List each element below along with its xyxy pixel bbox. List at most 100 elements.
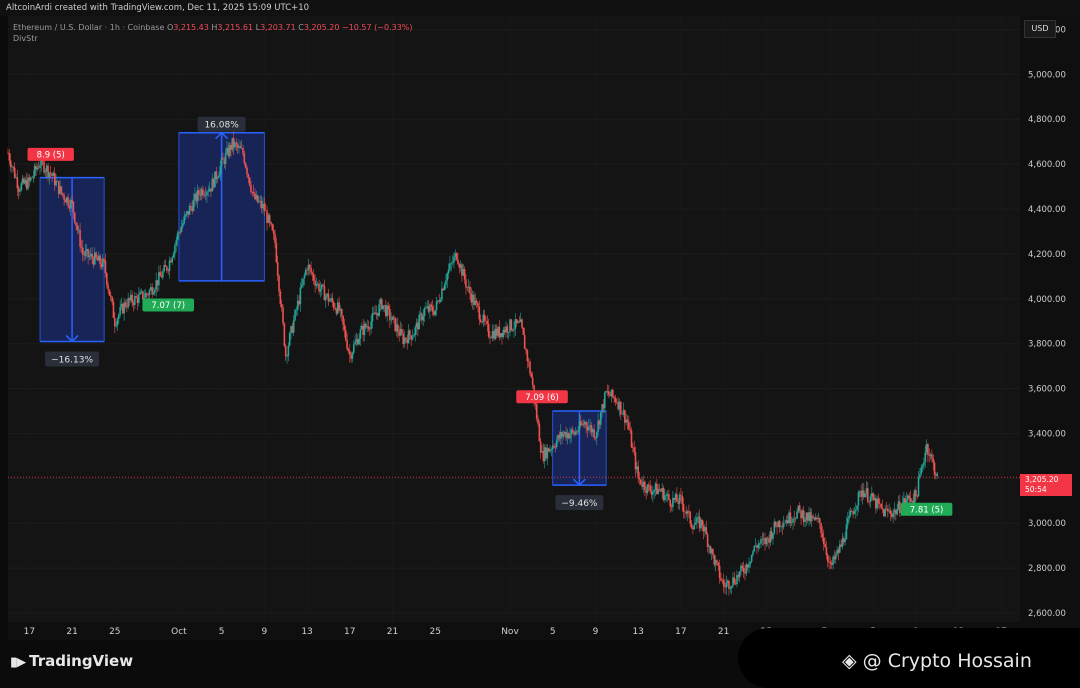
candle-body — [80, 246, 83, 248]
candle-body — [184, 214, 187, 217]
candle-body — [175, 240, 178, 246]
candle-body — [180, 226, 183, 232]
candle-body — [693, 524, 696, 530]
candle-body — [821, 533, 824, 538]
candle-body — [757, 544, 760, 548]
candle-body — [84, 251, 87, 256]
candle-body — [16, 177, 19, 189]
candle-body — [243, 153, 246, 164]
candle-body — [553, 445, 555, 447]
x-tick-label: Nov — [501, 627, 519, 637]
candle-body — [190, 205, 192, 207]
candle-body — [555, 440, 558, 448]
candle-body — [131, 294, 133, 303]
y-tick-label: 2,600.00 — [1028, 609, 1066, 619]
candle-body — [905, 499, 908, 504]
candle-body — [13, 167, 16, 178]
candle-body — [869, 496, 872, 502]
currency-button[interactable]: USD — [1024, 20, 1056, 38]
candle-body — [159, 272, 162, 276]
candle-body — [612, 389, 614, 397]
candle-body — [539, 441, 542, 453]
candle-body — [820, 523, 822, 534]
candle-body — [750, 554, 753, 562]
candle-body — [274, 233, 276, 244]
candle-body — [108, 289, 111, 296]
candle-body — [449, 263, 451, 270]
candle-body — [138, 294, 140, 304]
y-tick-label: 4,600.00 — [1028, 160, 1066, 170]
candle-body — [430, 304, 433, 307]
candle-body — [717, 562, 720, 566]
candle-body — [569, 434, 571, 439]
candle-body — [334, 307, 336, 310]
candle-body — [275, 243, 278, 263]
candle-body — [881, 507, 884, 510]
candle-body — [784, 522, 786, 524]
candle-body — [192, 199, 195, 212]
candle-body — [271, 224, 274, 231]
candle-body — [308, 264, 311, 268]
candle-body — [342, 315, 344, 325]
open-value: 3,215.43 — [173, 23, 209, 32]
candle-body — [405, 337, 407, 340]
tradingview-brand[interactable]: ▮▶ TradingView — [10, 652, 133, 670]
candle-body — [856, 505, 858, 510]
candle-body — [423, 308, 426, 317]
high-value: 3,215.61 — [217, 23, 254, 32]
low-value: 3,203.71 — [260, 23, 296, 32]
candle-body — [927, 443, 929, 455]
candle-body — [706, 534, 709, 547]
candle-body — [789, 512, 792, 524]
candle-body — [239, 146, 242, 149]
candle-body — [445, 280, 447, 285]
candle-body — [824, 544, 826, 548]
candle-body — [857, 492, 860, 506]
indicator-name[interactable]: DivStr — [13, 33, 413, 44]
candle-body — [283, 323, 286, 346]
candle-body — [111, 296, 113, 302]
candle-body — [933, 462, 936, 475]
candle-body — [554, 446, 557, 448]
candle-body — [923, 462, 925, 466]
candle-body — [124, 302, 127, 307]
candle-body — [299, 287, 302, 305]
candle-body — [19, 190, 21, 192]
candle-body — [678, 494, 681, 504]
candle-body — [263, 204, 266, 211]
candle-body — [73, 212, 76, 223]
candle-body — [148, 290, 151, 296]
candle-body — [595, 432, 598, 439]
candle-body — [908, 495, 910, 499]
candle-body — [303, 275, 306, 279]
candle-body — [652, 491, 654, 495]
candle-body — [367, 326, 370, 329]
candle-body — [854, 509, 857, 511]
close-value: 3,205.20 — [303, 23, 340, 32]
candle-body — [620, 401, 622, 415]
candle-body — [681, 495, 684, 505]
candle-body — [705, 527, 708, 535]
candle-body — [848, 515, 850, 519]
candle-body — [103, 258, 105, 261]
price-chart[interactable]: −16.13% 16.08% −9.46% 8.9 (5) 7.07 (7) 7.09 … — [0, 0, 1080, 640]
candle-body — [884, 508, 886, 517]
candle-body — [446, 273, 449, 281]
y-tick-label: 4,000.00 — [1028, 295, 1066, 305]
candle-body — [104, 260, 107, 274]
candle-body — [182, 223, 184, 227]
candle-body — [322, 284, 324, 286]
candle-body — [626, 419, 629, 423]
candle-body — [328, 300, 331, 302]
x-tick-label: 17 — [675, 627, 686, 637]
current-price-tag: 3,205.20 50:54 — [1020, 474, 1072, 496]
candle-body — [465, 279, 467, 288]
candle-body — [664, 495, 666, 501]
candle-body — [741, 565, 744, 568]
measure-label: −9.46% — [561, 499, 598, 509]
candle-body — [99, 255, 101, 265]
x-tick-label: 13 — [301, 627, 312, 637]
candle-body — [441, 288, 443, 300]
candle-body — [300, 285, 303, 288]
candle-body — [525, 348, 527, 351]
